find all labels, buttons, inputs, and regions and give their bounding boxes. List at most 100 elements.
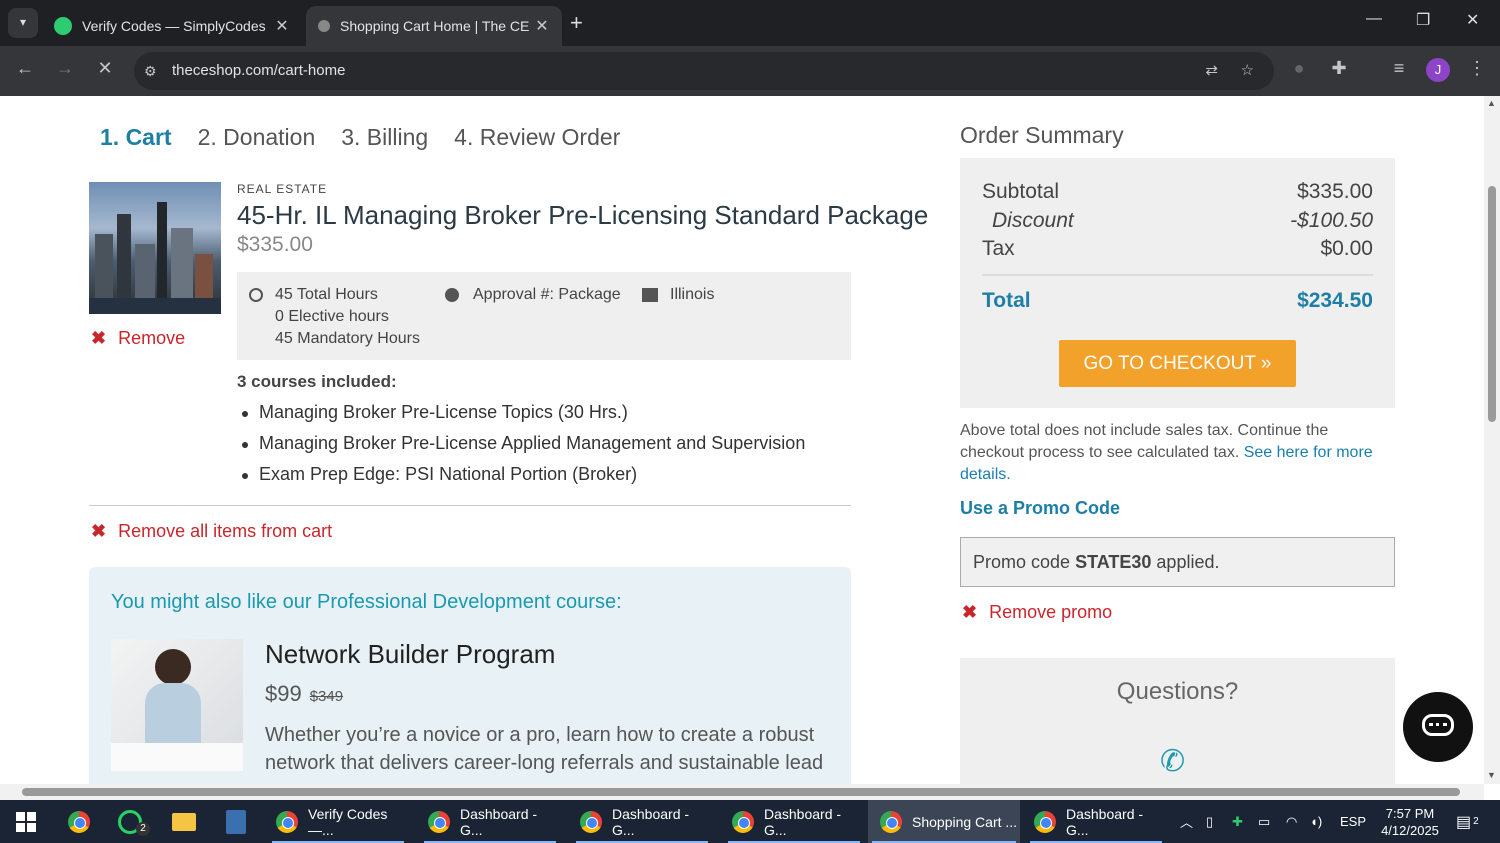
media-control-icon[interactable]: ≡ xyxy=(1386,58,1412,79)
close-window-icon[interactable]: ✕ xyxy=(1466,10,1479,30)
phone-icon[interactable]: ✆ xyxy=(1160,744,1185,779)
minimize-icon[interactable]: — xyxy=(1366,10,1382,28)
back-icon[interactable]: ← xyxy=(12,58,38,79)
step-cart: 1. Cart xyxy=(100,124,172,150)
taskbar-app-dashboard[interactable]: Dashboard - G... xyxy=(420,800,560,843)
new-tab-button[interactable]: + xyxy=(570,10,583,36)
remove-all-button[interactable]: ✖ Remove all items from cart xyxy=(91,521,332,542)
total-value: $234.50 xyxy=(1297,289,1373,312)
extension-icon[interactable]: ● xyxy=(1286,58,1312,79)
questions-box: Questions? ✆ xyxy=(960,658,1395,784)
upsell-box: You might also like our Professional Dev… xyxy=(89,567,851,784)
taskbar-app-dashboard[interactable]: Dashboard - G... xyxy=(1026,800,1166,843)
subtotal-row: Subtotal $335.00 xyxy=(982,180,1373,204)
subtotal-value: $335.00 xyxy=(1297,180,1373,203)
battery-icon[interactable]: ▭ xyxy=(1258,800,1270,843)
restore-icon[interactable]: ❐ xyxy=(1416,10,1430,30)
elective-hours: 0 Elective hours xyxy=(275,308,389,325)
show-hidden-icons-icon[interactable]: ︿ xyxy=(1180,800,1193,843)
site-info-icon[interactable]: ⚙ xyxy=(144,52,157,90)
usb-icon[interactable]: ▯ xyxy=(1206,800,1213,843)
remove-promo-button[interactable]: ✖ Remove promo xyxy=(962,602,1112,623)
step-donation[interactable]: 2. Donation xyxy=(198,124,316,151)
url-text: theceshop.com/cart-home xyxy=(172,62,346,79)
seal-icon xyxy=(445,288,459,302)
checkout-steps: 1. Cart 2. Donation 3. Billing 4. Review… xyxy=(100,124,620,151)
taskbar-app-dashboard[interactable]: Dashboard - G... xyxy=(724,800,864,843)
bookmark-star-icon[interactable]: ☆ xyxy=(1241,52,1254,90)
state-name: Illinois xyxy=(670,286,715,303)
product-info-box: 45 Total Hours 0 Elective hours 45 Manda… xyxy=(237,272,851,360)
promo-status-field: Promo code STATE30 applied. xyxy=(960,537,1395,587)
upsell-image[interactable] xyxy=(111,639,243,771)
remove-item-button[interactable]: ✖ Remove xyxy=(91,328,185,349)
discount-value: -$100.50 xyxy=(1290,209,1373,232)
tax-label: Tax xyxy=(982,237,1015,260)
taskbar-app-shopping-cart[interactable]: Shopping Cart ... xyxy=(868,800,1020,843)
clock-time: 7:57 PM xyxy=(1385,805,1435,821)
clock[interactable]: 7:57 PM 4/12/2025 xyxy=(1378,800,1442,843)
tray-app-icon[interactable]: ✚ xyxy=(1232,800,1243,843)
forward-icon[interactable]: → xyxy=(52,58,78,79)
horizontal-scrollbar[interactable] xyxy=(0,784,1484,800)
vertical-scrollbar[interactable]: ▲ ▼ xyxy=(1484,96,1500,784)
translate-icon[interactable]: ⇄ xyxy=(1205,52,1218,90)
tax-row: Tax $0.00 xyxy=(982,237,1373,261)
taskbar-app-label: Dashboard - G... xyxy=(612,805,690,838)
divider xyxy=(89,505,851,506)
upsell-title[interactable]: Network Builder Program xyxy=(265,639,555,670)
promo-code-heading[interactable]: Use a Promo Code xyxy=(960,498,1120,519)
calculator-icon[interactable] xyxy=(226,800,246,843)
taskbar-app-label: Verify Codes —... xyxy=(308,805,388,838)
list-item: Managing Broker Pre-License Topics (30 H… xyxy=(241,402,805,433)
tab-verify-codes[interactable]: Verify Codes — SimplyCodes ✕ xyxy=(44,6,302,46)
scrollbar-thumb[interactable] xyxy=(22,788,1460,796)
promo-code-value: STATE30 xyxy=(1075,552,1152,572)
remove-x-icon: ✖ xyxy=(962,602,978,622)
remove-all-label: Remove all items from cart xyxy=(118,521,333,541)
menu-kebab-icon[interactable]: ⋮ xyxy=(1464,58,1490,79)
close-tab-icon[interactable]: ✕ xyxy=(530,16,554,36)
taskbar-app-dashboard[interactable]: Dashboard - G... xyxy=(572,800,712,843)
mandatory-hours: 45 Mandatory Hours xyxy=(275,330,420,347)
discount-row: Discount -$100.50 xyxy=(982,209,1373,233)
chrome-taskbar-icon[interactable] xyxy=(68,800,100,843)
extensions-puzzle-icon[interactable]: ✚ xyxy=(1326,58,1352,79)
tab-search-button[interactable]: ▾ xyxy=(8,8,38,38)
notification-center-icon[interactable]: ▤ 2 xyxy=(1456,800,1479,843)
windows-start-icon[interactable] xyxy=(16,812,36,832)
whatsapp-icon[interactable]: 2 xyxy=(118,800,150,843)
profile-avatar[interactable]: J xyxy=(1426,58,1450,82)
approval-number: Approval #: Package xyxy=(473,286,621,303)
chat-button[interactable] xyxy=(1403,692,1473,762)
total-label: Total xyxy=(982,289,1031,312)
remove-x-icon: ✖ xyxy=(91,328,107,348)
address-bar[interactable]: ⚙ theceshop.com/cart-home ⇄ ☆ xyxy=(134,52,1274,90)
taskbar-app-label: Dashboard - G... xyxy=(460,805,538,838)
hours-info: 45 Total Hours 0 Elective hours 45 Manda… xyxy=(249,284,420,350)
upsell-current-price: $99 xyxy=(265,681,302,706)
questions-title: Questions? xyxy=(1116,678,1239,705)
language-indicator[interactable]: ESP xyxy=(1340,800,1366,843)
go-to-checkout-button[interactable]: GO TO CHECKOUT » xyxy=(1059,340,1296,387)
course-list: Managing Broker Pre-License Topics (30 H… xyxy=(241,402,805,495)
order-summary-title: Order Summary xyxy=(960,122,1124,148)
step-review-order[interactable]: 4. Review Order xyxy=(454,124,620,151)
step-billing[interactable]: 3. Billing xyxy=(341,124,428,151)
taskbar-app-label: Dashboard - G... xyxy=(764,805,842,838)
whatsapp-badge: 2 xyxy=(136,821,150,836)
product-title[interactable]: 45-Hr. IL Managing Broker Pre-Licensing … xyxy=(237,200,928,231)
page-content: 1. Cart 2. Donation 3. Billing 4. Review… xyxy=(0,96,1484,784)
close-tab-icon[interactable]: ✕ xyxy=(270,16,294,36)
taskbar-app-verify-codes[interactable]: Verify Codes —... xyxy=(268,800,408,843)
file-explorer-icon[interactable] xyxy=(172,800,196,843)
upsell-description: Whether you’re a novice or a pro, learn … xyxy=(265,724,824,774)
divider xyxy=(982,274,1373,276)
simplycodes-icon xyxy=(54,17,72,35)
wifi-icon[interactable]: ◠ xyxy=(1286,800,1297,843)
tab-shopping-cart[interactable]: Shopping Cart Home | The CE S ✕ xyxy=(306,6,562,46)
volume-icon[interactable]: ◖) xyxy=(1310,800,1322,843)
scrollbar-thumb[interactable] xyxy=(1488,186,1496,422)
stop-loading-icon[interactable]: ✕ xyxy=(92,58,118,79)
site-icon xyxy=(318,20,330,32)
